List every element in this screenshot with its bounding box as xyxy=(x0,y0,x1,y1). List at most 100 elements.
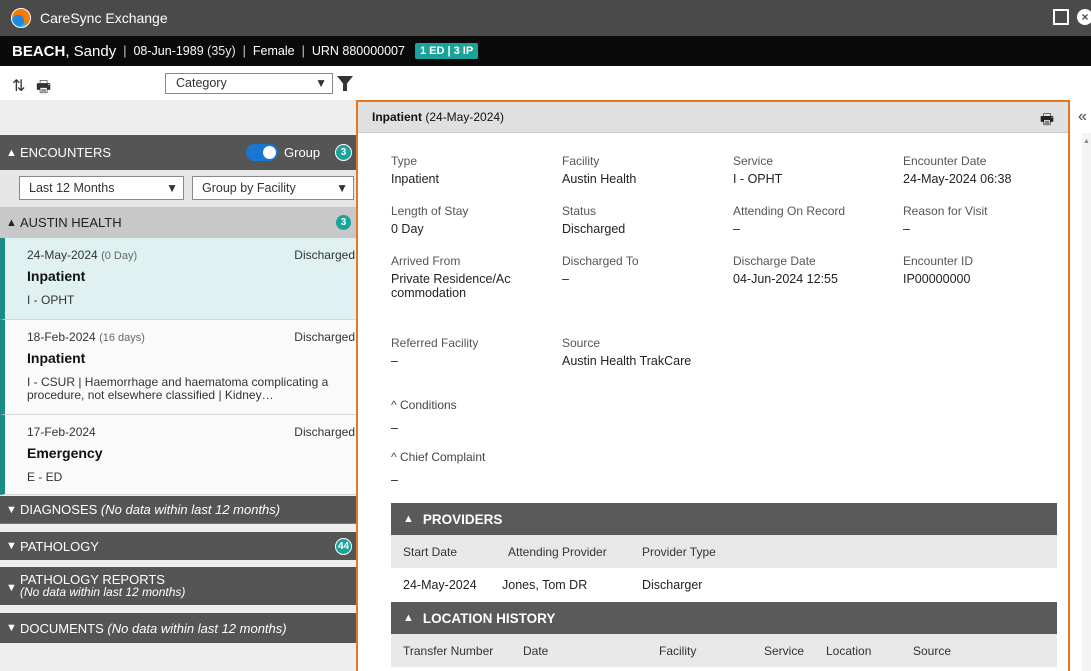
column-header[interactable]: Transfer Number xyxy=(403,644,493,658)
table-row[interactable]: 24-May-2024 Jones, Tom DR Discharger xyxy=(391,568,1057,601)
left-toolbar: ⇅ 🖶 Category ▼ xyxy=(0,66,358,100)
encounter-status: Discharged xyxy=(294,248,355,262)
providers-section-header[interactable]: ▲ PROVIDERS xyxy=(391,503,1057,535)
patient-banner: BEACH, Sandy | 08-Jun-1989 (35y) | Femal… xyxy=(0,36,1091,66)
column-header[interactable]: Source xyxy=(913,644,951,658)
conditions-toggle[interactable]: ^ Conditions xyxy=(391,398,457,412)
column-header[interactable]: Start Date xyxy=(403,545,457,559)
encounter-service: E - ED xyxy=(27,470,63,484)
chief-complaint-value: – xyxy=(391,473,398,487)
encounters-count-badge: 3 xyxy=(335,144,352,161)
chevron-up-icon: ^ xyxy=(391,450,397,464)
provider-name: Jones, Tom DR xyxy=(502,578,588,592)
patient-dob: 08-Jun-1989 xyxy=(133,44,204,58)
column-header[interactable]: Location xyxy=(826,644,871,658)
location-history-section-header[interactable]: ▲ LOCATION HISTORY xyxy=(391,602,1057,634)
chevron-down-icon: ▼ xyxy=(315,76,327,90)
column-header[interactable]: Attending Provider xyxy=(508,545,607,559)
encounter-status: Discharged xyxy=(294,425,355,439)
category-select-label: Category xyxy=(176,76,227,90)
encounter-type: Inpatient xyxy=(27,268,86,284)
scrollbar[interactable] xyxy=(1082,133,1091,671)
provider-type: Discharger xyxy=(642,578,703,592)
chevron-down-icon: ▼ xyxy=(6,503,17,516)
group-toggle[interactable]: Group xyxy=(246,144,320,161)
column-header[interactable]: Facility xyxy=(659,644,696,658)
facility-group-name: AUSTIN HEALTH xyxy=(20,215,122,230)
period-select[interactable]: Last 12 Months ▼ xyxy=(19,176,184,200)
field-discharged-to: Discharged To – xyxy=(562,254,639,286)
column-header[interactable]: Provider Type xyxy=(642,545,716,559)
print-icon[interactable]: 🖶 xyxy=(36,76,51,103)
encounter-type: Emergency xyxy=(27,445,103,461)
encounter-item[interactable]: 24-May-2024 (0 Day) Discharged Inpatient… xyxy=(0,238,358,320)
app-title: CareSync Exchange xyxy=(40,10,168,26)
encounter-service: I - OPHT xyxy=(27,293,75,307)
pathology-section-header[interactable]: ▼ PATHOLOGY 44 xyxy=(0,532,358,560)
detail-title: Inpatient (24-May-2024) xyxy=(372,110,505,124)
location-history-table-header: Transfer Number Date Facility Service Lo… xyxy=(391,634,1057,667)
collapse-panel-icon[interactable]: « xyxy=(1078,108,1087,126)
field-reason-for-visit: Reason for Visit – xyxy=(903,204,988,236)
encounter-date: 17-Feb-2024 xyxy=(27,425,96,439)
scroll-up-icon[interactable]: ▲ xyxy=(1083,138,1090,145)
chevron-down-icon: ▼ xyxy=(166,181,178,195)
provider-start-date: 24-May-2024 xyxy=(403,578,477,592)
column-header[interactable]: Service xyxy=(764,644,804,658)
conditions-value: – xyxy=(391,421,398,435)
chevron-up-icon: ^ xyxy=(391,398,397,412)
patient-age: (35y) xyxy=(207,44,236,58)
title-bar: CareSync Exchange × xyxy=(0,0,1091,36)
encounter-item[interactable]: 18-Feb-2024 (16 days) Discharged Inpatie… xyxy=(0,320,358,415)
field-source: Source Austin Health TrakCare xyxy=(562,336,692,368)
field-referred-facility: Referred Facility – xyxy=(391,336,479,368)
encounters-header-label: ENCOUNTERS xyxy=(20,145,112,160)
field-length-of-stay: Length of Stay 0 Day xyxy=(391,204,469,236)
toggle-switch[interactable] xyxy=(246,144,278,161)
field-type: Type Inpatient xyxy=(391,154,439,186)
chevron-down-icon: ▼ xyxy=(6,622,17,634)
sort-icon[interactable]: ⇅ xyxy=(12,76,25,96)
encounter-filters: Last 12 Months ▼ Group by Facility ▼ xyxy=(0,170,358,207)
documents-section-header[interactable]: ▼ DOCUMENTS (No data within last 12 mont… xyxy=(0,613,358,643)
chevron-down-icon: ▼ xyxy=(336,181,348,195)
facility-group-header[interactable]: ▲ AUSTIN HEALTH 3 xyxy=(0,207,358,238)
pathology-count-badge: 44 xyxy=(335,537,352,555)
pathology-reports-section-header[interactable]: ▼ PATHOLOGY REPORTS (No data within last… xyxy=(0,567,358,605)
grouping-select[interactable]: Group by Facility ▼ xyxy=(192,176,354,200)
close-icon[interactable]: × xyxy=(1077,9,1091,25)
field-attending-on-record: Attending On Record – xyxy=(733,204,846,236)
chevron-up-icon: ▲ xyxy=(6,146,17,159)
encounter-date: 24-May-2024 (0 Day) xyxy=(27,248,138,262)
group-toggle-label: Group xyxy=(284,145,321,160)
chevron-down-icon: ▼ xyxy=(6,540,17,552)
app-logo-icon xyxy=(11,8,31,28)
patient-urn: URN 880000007 xyxy=(311,44,405,58)
encounter-date: 18-Feb-2024 (16 days) xyxy=(27,330,145,344)
filter-icon[interactable] xyxy=(337,76,353,91)
maximize-icon[interactable] xyxy=(1053,9,1069,25)
print-icon[interactable]: 🖶 xyxy=(1040,109,1054,134)
category-select[interactable]: Category ▼ xyxy=(165,73,333,94)
detail-header: Inpatient (24-May-2024) 🖶 xyxy=(358,100,1068,133)
patient-sex: Female xyxy=(252,44,295,58)
window-controls: × xyxy=(1053,9,1091,25)
field-discharge-date: Discharge Date 04-Jun-2024 12:55 xyxy=(733,254,838,286)
diagnoses-section-header[interactable]: ▼ DIAGNOSES (No data within last 12 mont… xyxy=(0,496,358,524)
field-status: Status Discharged xyxy=(562,204,626,236)
chevron-up-icon: ▲ xyxy=(6,216,17,229)
field-encounter-id: Encounter ID IP00000000 xyxy=(903,254,974,286)
field-arrived-from: Arrived From Private Residence/Accommodat… xyxy=(391,254,511,300)
providers-table-header: Start Date Attending Provider Provider T… xyxy=(391,535,1057,568)
facility-count-badge: 3 xyxy=(335,214,352,231)
chevron-up-icon: ▲ xyxy=(403,612,414,624)
chief-complaint-toggle[interactable]: ^ Chief Complaint xyxy=(391,450,485,464)
field-service: Service I - OPHT xyxy=(733,154,783,186)
encounter-summary-badge: 1 ED | 3 IP xyxy=(414,43,479,59)
patient-name: BEACH, Sandy xyxy=(12,42,117,60)
chevron-down-icon: ▼ xyxy=(6,582,17,594)
encounter-status: Discharged xyxy=(294,330,355,344)
encounter-service: I - CSUR | Haemorrhage and haematoma com… xyxy=(27,375,329,402)
column-header[interactable]: Date xyxy=(523,644,548,658)
encounter-item[interactable]: 17-Feb-2024 Discharged Emergency E - ED xyxy=(0,415,358,495)
